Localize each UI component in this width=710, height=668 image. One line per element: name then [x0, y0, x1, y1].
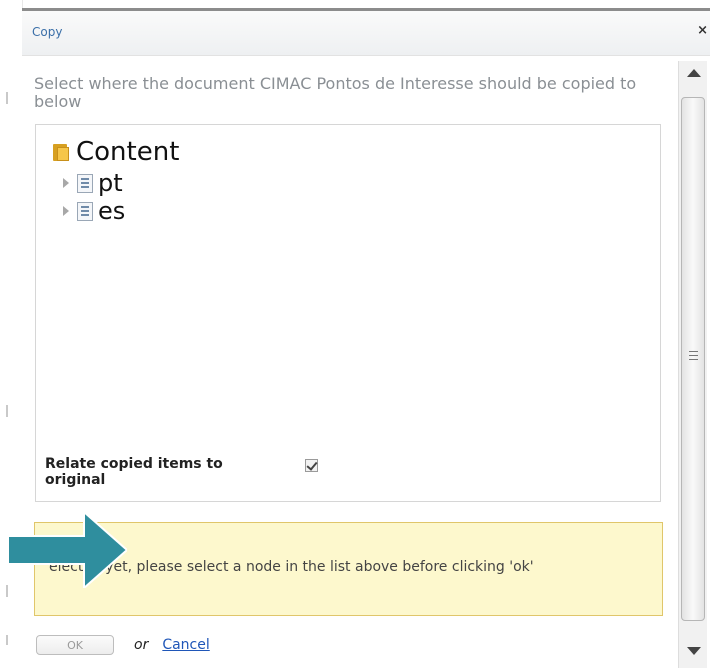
background-mark [6, 635, 8, 645]
or-label: or [134, 637, 149, 653]
background-mark [6, 405, 8, 417]
destination-panel: Content pt es Relate copied items to ori… [35, 124, 661, 502]
expand-arrow-icon[interactable] [63, 206, 69, 216]
scroll-up-arrow-icon[interactable] [687, 69, 701, 77]
tree-node-content[interactable]: Content [53, 137, 179, 167]
relate-copied-items-label: Relate copied items to original [45, 456, 223, 488]
dialog-footer: OK or Cancel [36, 633, 210, 657]
tree-node-label: es [98, 197, 126, 225]
checkmark-icon [306, 459, 318, 471]
grip-line [689, 351, 698, 352]
grip-line [689, 355, 698, 356]
vertical-scrollbar[interactable] [678, 61, 707, 668]
scroll-down-arrow-icon[interactable] [687, 647, 701, 655]
scrollbar-thumb[interactable] [681, 97, 705, 621]
tree-node-es[interactable]: es [63, 197, 125, 225]
close-icon[interactable]: × [697, 23, 708, 38]
tree-node-pt[interactable]: pt [63, 169, 123, 197]
tree-node-label: pt [98, 169, 123, 197]
folder-icon [53, 142, 70, 162]
ok-button[interactable]: OK [36, 635, 114, 655]
tree-node-label: Content [76, 137, 180, 167]
grip-line [689, 359, 698, 360]
warning-notice: elected yet, please select a node in the… [34, 522, 663, 616]
document-icon [77, 173, 93, 193]
document-icon [77, 201, 93, 221]
dialog-title: Copy [32, 25, 63, 39]
screen: Copy × Select where the document CIMAC P… [0, 0, 710, 668]
expand-arrow-icon[interactable] [63, 178, 69, 188]
cancel-link[interactable]: Cancel [162, 637, 209, 653]
callout-arrow-icon [8, 512, 127, 588]
relate-copied-items-checkbox[interactable] [305, 459, 318, 472]
dialog-titlebar: Copy × [22, 11, 710, 56]
copy-instruction: Select where the document CIMAC Pontos d… [34, 74, 637, 111]
background-mark [6, 92, 8, 104]
notice-message: elected yet, please select a node in the… [49, 559, 534, 575]
